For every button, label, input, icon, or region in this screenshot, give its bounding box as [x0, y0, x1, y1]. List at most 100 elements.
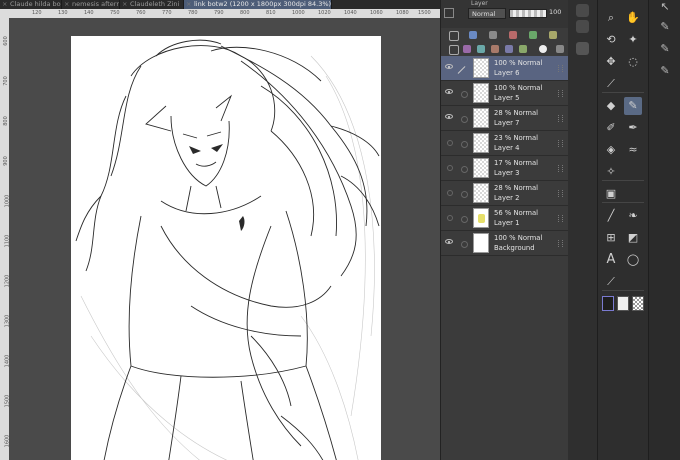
clipping-icon[interactable]	[509, 31, 517, 39]
close-icon[interactable]: ×	[64, 0, 69, 9]
balloon-icon[interactable]: ◯	[624, 251, 642, 269]
eraser-icon[interactable]: ◆	[602, 97, 620, 115]
pen-sub-icon[interactable]: ✎	[658, 64, 672, 78]
drag-handle-icon[interactable]	[558, 65, 563, 72]
tab-document-1[interactable]: × Claude hilda bo	[0, 0, 62, 9]
pointer-icon[interactable]: ↖	[658, 0, 672, 14]
drawing-canvas[interactable]	[71, 36, 381, 460]
eye-hidden-icon[interactable]	[447, 165, 453, 171]
eye-hidden-icon[interactable]	[447, 215, 453, 221]
sub-view-icon[interactable]	[461, 241, 468, 248]
mask-icon[interactable]	[463, 45, 471, 53]
transfer-icon[interactable]	[505, 45, 513, 53]
trash-icon[interactable]	[556, 45, 564, 53]
pen-sub-icon[interactable]: ✎	[658, 20, 672, 34]
layer-mask-icon[interactable]	[539, 45, 547, 53]
move-icon[interactable]: ✥	[602, 53, 620, 71]
rotate-icon[interactable]: ⟲	[602, 31, 620, 49]
pencil-icon[interactable]: ✐	[602, 119, 620, 137]
frame-icon[interactable]: ⊞	[602, 229, 620, 247]
lock-icon[interactable]	[549, 31, 557, 39]
tab-document-3[interactable]: × Claudeleth Zini	[120, 0, 184, 9]
blend-icon[interactable]: ❧	[624, 207, 642, 225]
layer-opacity-mode: 100 % Normal	[494, 59, 543, 67]
layer-panel-tab[interactable]: Layer	[471, 0, 488, 7]
ruler-label: 1500	[418, 10, 431, 16]
sub-color-swatch[interactable]	[617, 296, 629, 311]
ruler-label: 900	[2, 156, 9, 166]
tab-document-2[interactable]: × nemesis afterm	[62, 0, 120, 9]
layer-row-layer-6[interactable]: 100 % Normal Layer 6	[441, 56, 568, 81]
opacity-value[interactable]: 100	[549, 8, 561, 16]
layer-row-layer-4[interactable]: 23 % Normal Layer 4	[441, 131, 568, 156]
hand-icon[interactable]: ✋	[624, 9, 642, 27]
sub-view-icon[interactable]	[461, 141, 468, 148]
correct-line-icon[interactable]: ⟋	[602, 273, 620, 291]
drag-handle-icon[interactable]	[558, 240, 563, 247]
eye-icon[interactable]	[445, 239, 453, 244]
sparkle-icon[interactable]: ✧	[602, 163, 620, 181]
airbrush-icon[interactable]: ≈	[624, 141, 642, 159]
main-color-swatch[interactable]	[602, 296, 614, 311]
pen-sub-icon[interactable]: ✎	[658, 42, 672, 56]
zoom-icon[interactable]: ⌕	[602, 9, 620, 27]
fill-icon[interactable]: ◈	[602, 141, 620, 159]
duplicate-icon[interactable]	[491, 45, 499, 53]
reference-icon[interactable]	[529, 31, 537, 39]
layer-stack-icon[interactable]	[576, 4, 589, 17]
blend-mode-select[interactable]: Normal	[468, 8, 506, 19]
transparent-color-swatch[interactable]	[632, 296, 644, 311]
canvas-workspace[interactable]	[9, 18, 440, 460]
magic-wand-icon[interactable]: ✦	[624, 31, 642, 49]
drag-handle-icon[interactable]	[558, 90, 563, 97]
eyedropper-icon[interactable]: ⟋	[602, 75, 620, 93]
layer-name: Layer 4	[494, 144, 520, 152]
layer-row-layer-2[interactable]: 28 % Normal Layer 2	[441, 181, 568, 206]
layer-settings-icon[interactable]	[444, 8, 454, 18]
eye-hidden-icon[interactable]	[447, 140, 453, 146]
eye-hidden-icon[interactable]	[447, 190, 453, 196]
drag-handle-icon[interactable]	[558, 140, 563, 147]
new-folder-icon[interactable]	[489, 31, 497, 39]
opacity-slider[interactable]	[509, 9, 547, 18]
ruler-label: 1060	[370, 10, 383, 16]
layer-row-layer-7[interactable]: 28 % Normal Layer 7	[441, 106, 568, 131]
combine-icon[interactable]	[519, 45, 527, 53]
layer-row-layer-5[interactable]: 100 % Normal Layer 5	[441, 81, 568, 106]
line-icon[interactable]: ╱	[602, 207, 620, 225]
drag-handle-icon[interactable]	[558, 165, 563, 172]
new-layer-icon[interactable]	[449, 45, 459, 55]
drag-handle-icon[interactable]	[558, 190, 563, 197]
eye-icon[interactable]	[445, 114, 453, 119]
layer-row-layer-3[interactable]: 17 % Normal Layer 3	[441, 156, 568, 181]
horizontal-ruler: 120 130 140 750 760 770 780 790 800 810 …	[0, 9, 440, 18]
eye-icon[interactable]	[445, 89, 453, 94]
sub-view-icon[interactable]	[461, 91, 468, 98]
lasso-icon[interactable]: ◌	[624, 53, 642, 71]
sub-view-icon[interactable]	[461, 116, 468, 123]
new-raster-layer-icon[interactable]	[449, 31, 459, 41]
vector-icon[interactable]: ◩	[624, 229, 642, 247]
pen-icon[interactable]: ✎	[624, 97, 642, 115]
close-icon[interactable]: ×	[2, 0, 7, 9]
sub-view-icon[interactable]	[461, 191, 468, 198]
text-icon[interactable]: A	[602, 251, 620, 269]
close-icon[interactable]: ×	[122, 0, 127, 9]
material-icon[interactable]	[576, 42, 589, 55]
navigator-icon[interactable]	[576, 20, 589, 33]
layer-row-layer-1[interactable]: 56 % Normal Layer 1	[441, 206, 568, 231]
sub-view-icon[interactable]	[461, 216, 468, 223]
layer-name: Layer 6	[494, 69, 520, 77]
sub-view-icon[interactable]	[461, 166, 468, 173]
merge-icon[interactable]	[477, 45, 485, 53]
new-vector-layer-icon[interactable]	[469, 31, 477, 39]
gradient-icon[interactable]: ▣	[602, 185, 620, 203]
tool-separator	[602, 180, 644, 181]
drag-handle-icon[interactable]	[558, 115, 563, 122]
close-icon[interactable]: ×	[186, 0, 191, 9]
tab-document-active[interactable]: × link botw2 (1200 x 1800px 300dpi 84.3%)	[184, 0, 332, 9]
brush-icon[interactable]: ✒	[624, 119, 642, 137]
eye-icon[interactable]	[445, 64, 453, 69]
layer-row-background[interactable]: 100 % Normal Background	[441, 231, 568, 256]
drag-handle-icon[interactable]	[558, 215, 563, 222]
